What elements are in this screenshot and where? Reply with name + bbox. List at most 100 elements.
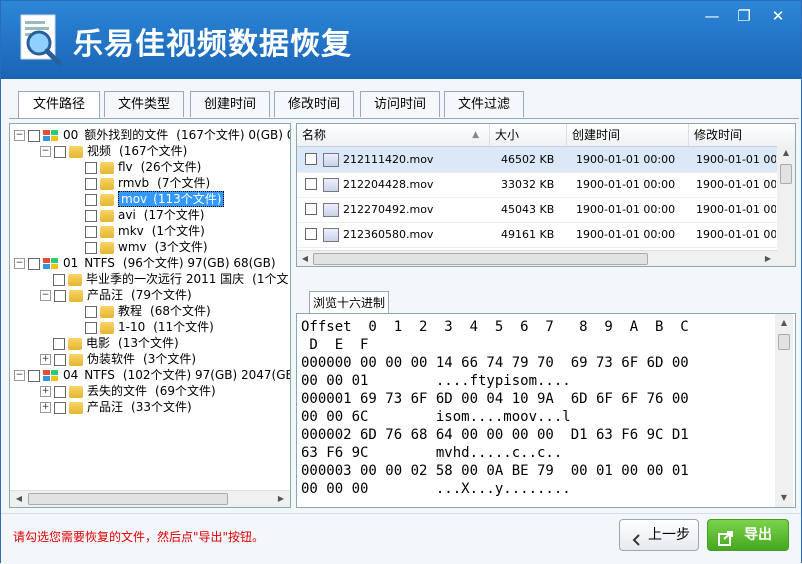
column-name-header[interactable]: 名称 ▲	[297, 124, 490, 146]
tree-checkbox[interactable]	[85, 321, 97, 334]
scroll-left-icon[interactable]: ◀	[298, 252, 312, 266]
tree-node[interactable]: 电影 (13个文件)	[53, 335, 179, 351]
expand-icon[interactable]: +	[40, 354, 51, 365]
scroll-right-icon[interactable]: ▶	[274, 492, 288, 506]
file-checkbox[interactable]	[305, 228, 317, 240]
tree-checkbox[interactable]	[54, 289, 66, 302]
tree-node-info: (7个文件)	[157, 176, 211, 190]
tree-node-name: 产品汪	[87, 288, 124, 302]
scroll-up-icon[interactable]: ▲	[779, 146, 793, 160]
tree-node[interactable]: avi (17个文件)	[85, 207, 204, 223]
tree-node-name: wmv	[118, 240, 147, 254]
tree-checkbox[interactable]	[54, 401, 66, 414]
expand-icon[interactable]: +	[40, 386, 51, 397]
tree-checkbox[interactable]	[53, 273, 65, 286]
tree-node[interactable]: mov (113个文件)	[85, 191, 225, 207]
tree-checkbox[interactable]	[54, 145, 66, 158]
tree-checkbox[interactable]	[28, 257, 40, 270]
tree-node[interactable]: + 丢失的文件 (69个文件)	[40, 383, 216, 399]
scroll-down-icon[interactable]: ▼	[777, 491, 791, 505]
tree-checkbox[interactable]	[28, 369, 40, 382]
restore-button[interactable]: ❐	[731, 5, 757, 27]
tab-file-filter[interactable]: 文件过滤	[444, 91, 524, 117]
tree-node-name: mkv	[118, 224, 144, 238]
file-list-vscroll[interactable]: ▲	[777, 146, 795, 266]
file-row[interactable]: 212204428.mov 33032 KB 1900-01-01 00:00 190…	[297, 172, 777, 198]
scroll-up-icon[interactable]: ▲	[777, 316, 791, 330]
collapse-icon[interactable]: −	[14, 370, 25, 381]
expand-icon[interactable]: +	[40, 402, 51, 413]
tab-file-path[interactable]: 文件路径	[18, 91, 100, 119]
file-checkbox[interactable]	[305, 203, 317, 215]
tree-checkbox[interactable]	[53, 337, 65, 350]
tree-node[interactable]: + 伪装软件 (3个文件)	[40, 351, 196, 367]
tree-checkbox[interactable]	[85, 193, 97, 206]
export-button[interactable]: 导出	[707, 519, 789, 551]
file-checkbox[interactable]	[305, 178, 317, 190]
tree-node[interactable]: rmvb (7个文件)	[85, 175, 210, 191]
scroll-left-icon[interactable]: ◀	[12, 492, 26, 506]
tree-hscroll-thumb[interactable]	[28, 493, 228, 505]
file-list-hscroll[interactable]: ◀ ▶	[297, 250, 777, 266]
file-row[interactable]: 212270492.mov 45043 KB 1900-01-01 00:00 190…	[297, 197, 777, 223]
file-row[interactable]: 212111420.mov 46502 KB 1900-01-01 00:00 190…	[297, 147, 777, 173]
tree-node[interactable]: − 视频 (167个文件)	[40, 143, 187, 159]
scroll-right-icon[interactable]: ▶	[761, 252, 775, 266]
file-name: 212204428.mov	[343, 178, 434, 191]
sort-arrow-icon: ▲	[472, 130, 479, 140]
tree-checkbox[interactable]	[85, 305, 97, 318]
file-size: 49161 KB	[501, 228, 555, 241]
tree-node-info: (11个文件)	[153, 320, 214, 334]
collapse-icon[interactable]: −	[40, 146, 51, 157]
tree-checkbox[interactable]	[85, 225, 97, 238]
tab-created-time[interactable]: 创建时间	[190, 91, 270, 117]
collapse-icon[interactable]: −	[14, 130, 25, 141]
tree-node[interactable]: + 产品汪 (33个文件)	[40, 399, 192, 415]
tree-node-name: 丢失的文件	[87, 384, 148, 398]
tree-node[interactable]: flv (26个文件)	[85, 159, 201, 175]
column-modified-header[interactable]: 修改时间	[689, 124, 795, 146]
file-list-hscroll-thumb[interactable]	[313, 253, 648, 265]
tree-node[interactable]: mkv (1个文件)	[85, 223, 205, 239]
file-list-vscroll-thumb[interactable]	[780, 164, 792, 184]
file-modified: 1900-01-01 00:0	[696, 178, 776, 191]
tree-hscroll[interactable]: ◀ ▶	[10, 490, 290, 507]
tree-node-name: 教程	[118, 304, 143, 318]
collapse-icon[interactable]: −	[40, 290, 51, 301]
column-size-header[interactable]: 大小	[490, 124, 567, 146]
selected-node-highlight[interactable]: mov (113个文件)	[118, 191, 225, 207]
previous-step-button[interactable]: 上一步	[619, 519, 699, 551]
tab-access-time[interactable]: 访问时间	[360, 91, 440, 117]
title-bar: 乐易佳视频数据恢复 — ❐ ✕	[1, 1, 801, 79]
tree-checkbox[interactable]	[85, 177, 97, 190]
tree-node[interactable]: − 01 NTFS (96个文件) 97(GB) 68(GB)	[14, 255, 276, 271]
tree-node-info: (3个文件)	[143, 352, 197, 366]
tree-checkbox[interactable]	[54, 385, 66, 398]
tree-node[interactable]: − 产品汪 (79个文件)	[40, 287, 192, 303]
tree-node[interactable]: wmv (3个文件)	[85, 239, 208, 255]
tree-node[interactable]: − 00 额外找到的文件 (167个文件) 0(GB) 0(	[14, 127, 290, 143]
column-created-header[interactable]: 创建时间	[567, 124, 689, 146]
tree-node-info: (1个文件)	[151, 224, 205, 238]
tree-checkbox[interactable]	[54, 353, 66, 366]
tab-hex-view[interactable]: 浏览十六进制	[309, 291, 389, 313]
tree-checkbox[interactable]	[85, 161, 97, 174]
tab-modified-time[interactable]: 修改时间	[274, 91, 354, 117]
collapse-icon[interactable]: −	[14, 258, 25, 269]
tree-node-label: 额外找到的文件	[84, 128, 169, 142]
tree-checkbox[interactable]	[85, 209, 97, 222]
close-button[interactable]: ✕	[765, 5, 791, 27]
tree-node[interactable]: 教程 (68个文件)	[85, 303, 211, 319]
tree-node[interactable]: 毕业季的一次远行 2011 国庆 (1个文	[53, 271, 289, 287]
file-checkbox[interactable]	[305, 153, 317, 165]
tree-node-name: flv	[118, 160, 133, 174]
tree-node[interactable]: − 04 NTFS (102个文件) 97(GB) 2047(GB)	[14, 367, 290, 383]
hex-vscroll-thumb[interactable]	[778, 334, 790, 350]
tree-checkbox[interactable]	[85, 241, 97, 254]
file-row[interactable]: 212360580.mov 49161 KB 1900-01-01 00:00 190…	[297, 222, 777, 248]
tree-checkbox[interactable]	[28, 129, 40, 142]
minimize-button[interactable]: —	[699, 5, 725, 27]
tree-node[interactable]: 1-10 (11个文件)	[85, 319, 214, 335]
hex-vscroll[interactable]: ▲ ▼	[775, 314, 793, 507]
tab-file-type[interactable]: 文件类型	[104, 91, 184, 117]
